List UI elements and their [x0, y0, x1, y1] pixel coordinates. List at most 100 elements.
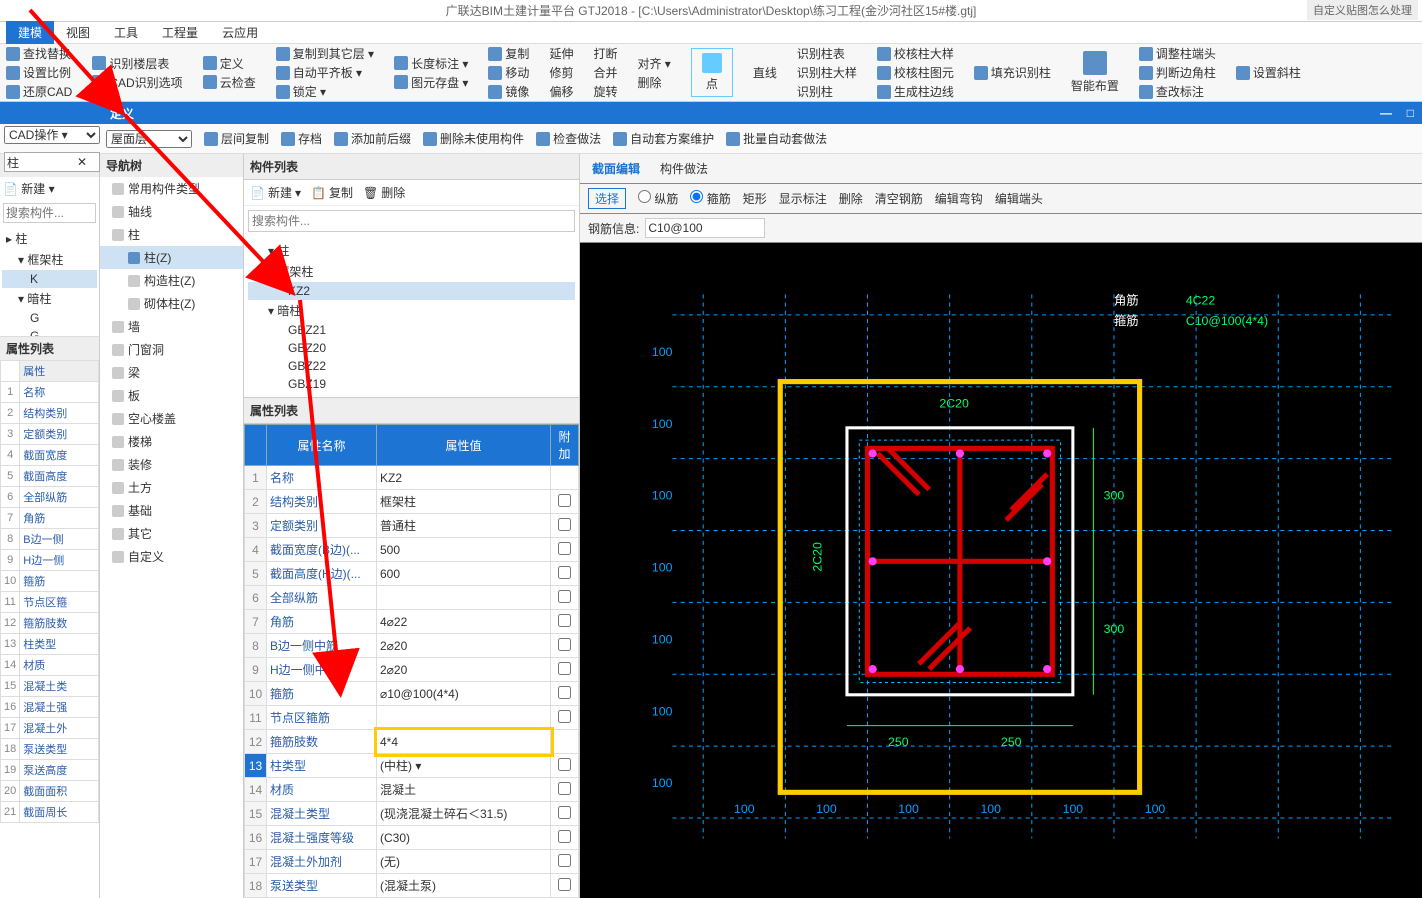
batch-auto-practice[interactable]: 批量自动套做法	[726, 130, 827, 147]
table-row[interactable]: 5截面高度	[1, 466, 99, 487]
component-node[interactable]: GBZ21	[248, 321, 575, 339]
mirror[interactable]: 镜像	[488, 83, 529, 100]
table-row[interactable]: 16混凝土强	[1, 697, 99, 718]
nav-item[interactable]: 装修	[100, 453, 243, 476]
break[interactable]: 打断	[593, 45, 617, 62]
nav-item[interactable]: 砌体柱(Z)	[100, 292, 243, 315]
nav-item[interactable]: 其它	[100, 522, 243, 545]
nav-item[interactable]: 基础	[100, 499, 243, 522]
property-row[interactable]: 7角筋4⌀22	[245, 610, 579, 634]
table-row[interactable]: 13柱类型	[1, 634, 99, 655]
property-row[interactable]: 9H边一侧中筋2⌀20	[245, 658, 579, 682]
layer-copy[interactable]: 层间复制	[204, 130, 269, 147]
extend[interactable]: 延伸	[549, 45, 573, 62]
check-practice[interactable]: 检查做法	[536, 130, 601, 147]
property-row[interactable]: 17混凝土外加剂(无)	[245, 850, 579, 874]
table-row[interactable]: 14材质	[1, 655, 99, 676]
table-row[interactable]: 9H边一侧	[1, 550, 99, 571]
component-node[interactable]: GBZ20	[248, 339, 575, 357]
verify-col-detail[interactable]: 校核柱大样	[877, 45, 954, 62]
property-row[interactable]: 1名称KZ2	[245, 466, 579, 490]
copy-component-button[interactable]: 📋 复制	[311, 184, 353, 201]
search-input[interactable]	[3, 203, 96, 223]
identify-col-detail[interactable]: 识别柱大样	[797, 64, 857, 81]
table-row[interactable]: 8B边一侧	[1, 529, 99, 550]
move[interactable]: 移动	[488, 64, 529, 81]
auto-level-slab[interactable]: 自动平齐板 ▾	[276, 64, 374, 81]
nav-item[interactable]: 土方	[100, 476, 243, 499]
judge-corner-col[interactable]: 判断边角柱	[1139, 64, 1216, 81]
delete-rebar[interactable]: 删除	[839, 190, 863, 207]
table-row[interactable]: 3定额类别	[1, 424, 99, 445]
edit-hook[interactable]: 编辑弯钩	[935, 190, 983, 207]
fill-identify-col[interactable]: 填充识别柱	[974, 64, 1051, 81]
table-row[interactable]: 21截面周长	[1, 802, 99, 823]
max-icon[interactable]: □	[1407, 106, 1414, 120]
table-row[interactable]: 15混凝土类	[1, 676, 99, 697]
trim[interactable]: 修剪	[549, 64, 573, 81]
delete-unused[interactable]: 删除未使用构件	[423, 130, 524, 147]
table-row[interactable]: 19泵送高度	[1, 760, 99, 781]
merge[interactable]: 合并	[593, 64, 617, 81]
delete-component-button[interactable]: 🗑 删除	[363, 184, 405, 201]
list-item[interactable]: ▸ 柱	[2, 228, 97, 249]
verify-col-elem[interactable]: 校核柱图元	[877, 64, 954, 81]
line-tool[interactable]: 直线	[753, 64, 777, 81]
component-node[interactable]: KZ2	[248, 282, 575, 300]
component-node[interactable]: ▾ 暗柱	[248, 300, 575, 321]
property-row[interactable]: 8B边一侧中筋2⌀20	[245, 634, 579, 658]
table-row[interactable]: 1名称	[1, 382, 99, 403]
set-inclined-col[interactable]: 设置斜柱	[1236, 64, 1301, 81]
menu-gongju[interactable]: 工具	[102, 21, 150, 44]
copy-to-floor[interactable]: 复制到其它层 ▾	[276, 45, 374, 62]
identify-col-table[interactable]: 识别柱表	[797, 45, 857, 62]
cad-operation-dropdown[interactable]: CAD操作 ▾	[4, 126, 100, 144]
tab-practice[interactable]: 构件做法	[656, 158, 712, 179]
define[interactable]: 定义	[203, 55, 256, 72]
menu-gcl[interactable]: 工程量	[150, 21, 210, 44]
list-item[interactable]: G	[2, 309, 97, 327]
cloud-check[interactable]: 云检查	[203, 74, 256, 91]
property-row[interactable]: 11节点区箍筋	[245, 706, 579, 730]
lock[interactable]: 锁定 ▾	[276, 83, 374, 100]
clear-rebar[interactable]: 清空钢筋	[875, 190, 923, 207]
nav-item[interactable]: 门窗洞	[100, 338, 243, 361]
auto-scheme[interactable]: 自动套方案维护	[613, 130, 714, 147]
menu-jianmo[interactable]: 建模	[6, 21, 54, 44]
property-row[interactable]: 5截面高度(H边)(...600	[245, 562, 579, 586]
nav-item[interactable]: 柱(Z)	[100, 246, 243, 269]
new-component-button[interactable]: 📄 新建 ▾	[250, 184, 301, 201]
property-row[interactable]: 14材质混凝土	[245, 778, 579, 802]
show-annot[interactable]: 显示标注	[779, 190, 827, 207]
radio-longitudinal[interactable]: 纵筋	[638, 190, 678, 207]
table-row[interactable]: 2结构类别	[1, 403, 99, 424]
property-row[interactable]: 4截面宽度(B边)(...500	[245, 538, 579, 562]
rect-tool[interactable]: 矩形	[743, 190, 767, 207]
property-row[interactable]: 10箍筋⌀10@100(4*4)	[245, 682, 579, 706]
list-item[interactable]: G	[2, 327, 97, 336]
radio-stirrup[interactable]: 箍筋	[690, 190, 730, 207]
min-icon[interactable]: —	[1380, 106, 1392, 120]
restore-cad[interactable]: 还原CAD	[6, 83, 72, 100]
nav-item[interactable]: 构造柱(Z)	[100, 269, 243, 292]
gen-col-edge[interactable]: 生成柱边线	[877, 83, 954, 100]
component-node[interactable]: GBZ19	[248, 375, 575, 393]
copy[interactable]: 复制	[488, 45, 529, 62]
table-row[interactable]: 10箍筋	[1, 571, 99, 592]
menu-shitu[interactable]: 视图	[54, 21, 102, 44]
save-elements[interactable]: 图元存盘 ▾	[394, 74, 468, 91]
nav-item[interactable]: 柱	[100, 223, 243, 246]
list-item[interactable]: K	[2, 270, 97, 288]
archive[interactable]: 存档	[281, 130, 322, 147]
property-row[interactable]: 3定额类别普通柱	[245, 514, 579, 538]
property-row[interactable]: 12箍筋肢数4*4	[245, 730, 579, 754]
new-button[interactable]: 📄 新建 ▾	[3, 182, 55, 196]
floor-select[interactable]: 屋面层	[106, 130, 192, 148]
property-row[interactable]: 13柱类型(中柱) ▾	[245, 754, 579, 778]
point-tool[interactable]: 点	[706, 75, 718, 92]
delete[interactable]: 删除	[637, 74, 670, 91]
identify-floor-table[interactable]: 识别楼层表	[92, 55, 182, 72]
section-canvas[interactable]: 角筋 箍筋 4C22 C10@100(4*4) 2C20 2C20 300 30…	[580, 243, 1422, 898]
nav-item[interactable]: 板	[100, 384, 243, 407]
table-row[interactable]: 20截面面积	[1, 781, 99, 802]
